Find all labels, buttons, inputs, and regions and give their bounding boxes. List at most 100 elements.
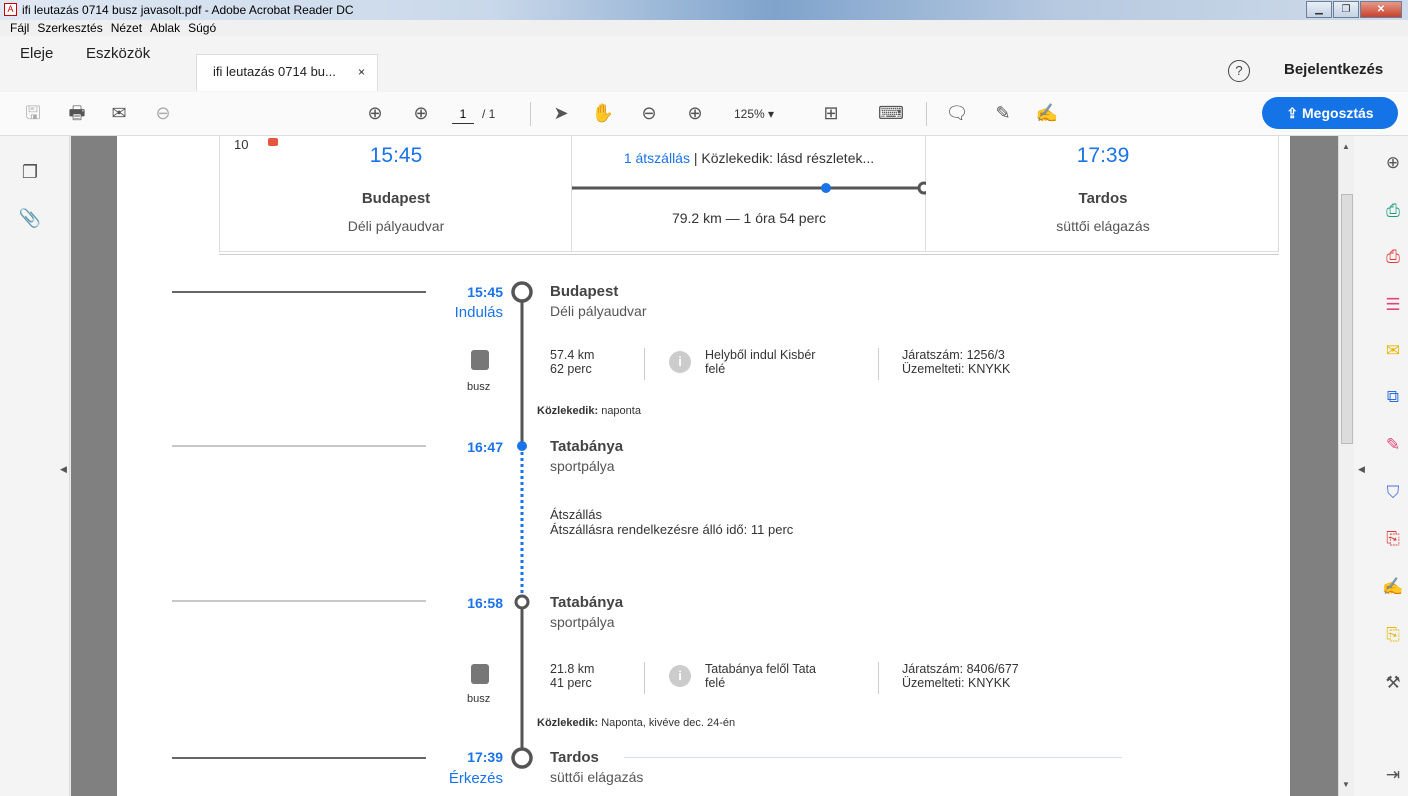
menu-file[interactable]: Fájl bbox=[10, 20, 29, 36]
zoom-value: 125% bbox=[734, 107, 765, 121]
fit-icon[interactable]: ⊞ bbox=[818, 100, 844, 126]
tab-document-label: ifi leutazás 0714 bu... bbox=[213, 64, 336, 79]
maximize-button[interactable]: ❐ bbox=[1333, 1, 1359, 18]
send-comment-icon[interactable]: ⎘ bbox=[1382, 624, 1404, 646]
stop3-desc: sportpálya bbox=[550, 614, 615, 630]
share-icon: ⇪ bbox=[1286, 105, 1303, 121]
leg2-info2: felé bbox=[705, 676, 726, 690]
close-tab-icon[interactable]: × bbox=[358, 55, 365, 89]
menu-edit[interactable]: Szerkesztés bbox=[37, 20, 102, 36]
mail-icon[interactable]: ✉ bbox=[106, 100, 132, 126]
stop1-place: Budapest bbox=[550, 283, 619, 300]
leg1-runs: naponta bbox=[598, 405, 641, 417]
left-panel: ❐ 📎 ◀ bbox=[0, 136, 70, 796]
vertical-scrollbar[interactable]: ▲ ▼ bbox=[1338, 136, 1354, 796]
divider bbox=[172, 600, 426, 602]
sign-icon[interactable]: ✍ bbox=[1034, 100, 1060, 126]
divider bbox=[878, 348, 879, 380]
menu-bar: Fájl Szerkesztés Nézet Ablak Súgó bbox=[0, 20, 1408, 36]
info-icon: i bbox=[669, 351, 691, 373]
arrival-column: 17:39 Tardos süttői elágazás bbox=[926, 136, 1280, 252]
transfer-summary: 1 átszállás | Közlekedik: lásd részletek… bbox=[572, 150, 926, 166]
tab-home[interactable]: Eleje bbox=[0, 36, 73, 92]
collapse-right-icon[interactable]: ◀ bbox=[1358, 464, 1365, 475]
transfer-rest: | Közlekedik: lásd részletek... bbox=[689, 150, 875, 166]
title-bar: A ifi leutazás 0714 busz javasolt.pdf - … bbox=[0, 0, 1408, 20]
scroll-down-icon[interactable]: ▼ bbox=[1342, 780, 1350, 789]
info-icon: i bbox=[669, 665, 691, 687]
stop2-place: Tatabánya bbox=[550, 438, 624, 455]
collapse-left-icon[interactable]: ◀ bbox=[60, 464, 67, 475]
window-controls: ▁ ❐ ✕ bbox=[1306, 1, 1402, 18]
bus-icon bbox=[471, 664, 489, 684]
organize-pages-icon[interactable]: ☰ bbox=[1382, 294, 1404, 316]
toolbar: 🖫 🖶 ✉ ⊖ ⊕ ⊕ 1 / 1 ➤ ✋ ⊖ ⊕ 125% ▾ ⊞ ⌨ 🗨 ✎… bbox=[0, 92, 1408, 136]
stop2-time: 16:47 bbox=[467, 439, 503, 455]
pdf-tool-icon[interactable]: ⎘ bbox=[1382, 528, 1404, 550]
zoom-search-icon[interactable]: ⊖ bbox=[150, 100, 176, 126]
transfer-detail: Átszállásra rendelkezésre álló idő: 11 p… bbox=[550, 522, 794, 537]
divider bbox=[172, 445, 426, 447]
leg2-runs: Naponta, kivéve dec. 24-én bbox=[598, 717, 736, 729]
zoom-in-icon[interactable]: ⊕ bbox=[682, 100, 708, 126]
menu-view[interactable]: Nézet bbox=[111, 20, 142, 36]
distance-duration: 79.2 km — 1 óra 54 perc bbox=[671, 210, 827, 226]
stop1-label: Indulás bbox=[454, 304, 503, 321]
hand-icon[interactable]: ✋ bbox=[590, 100, 616, 126]
scroll-up-icon[interactable]: ▲ bbox=[1342, 142, 1350, 151]
leg2-trip: Járatszám: 8406/677 bbox=[902, 662, 1019, 676]
divider bbox=[172, 291, 426, 293]
route-line bbox=[572, 181, 926, 195]
divider bbox=[172, 757, 426, 759]
save-icon[interactable]: 🖫 bbox=[20, 100, 46, 126]
minimize-button[interactable]: ▁ bbox=[1306, 1, 1332, 18]
tab-tools[interactable]: Eszközök bbox=[66, 36, 170, 92]
menu-window[interactable]: Ablak bbox=[150, 20, 180, 36]
leg1-operator: Üzemelteti: KNYKK bbox=[902, 362, 1011, 376]
login-button[interactable]: Bejelentkezés bbox=[1284, 61, 1383, 78]
leg2-info1: Tatabánya felől Tata bbox=[705, 662, 816, 676]
arrival-time: 17:39 bbox=[1076, 144, 1130, 167]
help-button[interactable]: ? bbox=[1228, 60, 1250, 82]
comment-icon[interactable]: 🗨 bbox=[944, 100, 970, 126]
search-zoom-icon[interactable]: ⊕ bbox=[1382, 152, 1404, 174]
attachment-icon[interactable]: 📎 bbox=[18, 208, 42, 232]
combine-icon[interactable]: ⧉ bbox=[1382, 386, 1404, 408]
transfer-link[interactable]: 1 átszállás bbox=[624, 150, 690, 166]
document-area: 10 15:45 Budapest Déli pályaudvar 1 átsz… bbox=[71, 136, 1338, 796]
send-sign-icon[interactable]: ✍ bbox=[1382, 576, 1404, 598]
zoom-select[interactable]: 125% ▾ bbox=[734, 104, 796, 124]
leg1-info1: Helyből indul Kisbér bbox=[705, 348, 816, 362]
window-title: ifi leutazás 0714 busz javasolt.pdf - Ad… bbox=[22, 3, 354, 17]
down-icon[interactable]: ⊕ bbox=[408, 100, 434, 126]
scrollbar-thumb[interactable] bbox=[1341, 194, 1353, 444]
pages-icon[interactable]: ❐ bbox=[18, 162, 42, 186]
share-button[interactable]: ⇪ Megosztás bbox=[1262, 97, 1398, 129]
create-pdf-icon[interactable]: ⎙ bbox=[1382, 246, 1404, 268]
export-pdf-icon[interactable]: ⎙ bbox=[1382, 200, 1404, 222]
leg1-min: 62 perc bbox=[550, 362, 592, 376]
comment-tool-icon[interactable]: ✉ bbox=[1382, 340, 1404, 362]
pdf-icon: A bbox=[4, 3, 17, 16]
zoom-out-icon[interactable]: ⊖ bbox=[636, 100, 662, 126]
protect-icon[interactable]: ⛉ bbox=[1382, 482, 1404, 504]
share-label: Megosztás bbox=[1302, 105, 1374, 121]
page-number-input[interactable]: 1 bbox=[452, 104, 474, 124]
fill-sign-icon[interactable]: ✎ bbox=[1382, 434, 1404, 456]
highlight-icon[interactable]: ✎ bbox=[990, 100, 1016, 126]
up-icon[interactable]: ⊕ bbox=[362, 100, 388, 126]
leg1-trip: Járatszám: 1256/3 bbox=[902, 348, 1005, 362]
departure-column: 10 15:45 Budapest Déli pályaudvar bbox=[220, 136, 572, 252]
more-tools-icon[interactable]: ⚒ bbox=[1382, 672, 1404, 694]
print-icon[interactable]: 🖶 bbox=[64, 100, 90, 126]
middle-column: 1 átszállás | Közlekedik: lásd részletek… bbox=[572, 136, 926, 252]
stop1-time: 15:45 bbox=[467, 284, 503, 300]
keyboard-icon[interactable]: ⌨ bbox=[878, 100, 904, 126]
tab-document[interactable]: ifi leutazás 0714 bu... × bbox=[196, 54, 378, 91]
close-window-button[interactable]: ✕ bbox=[1360, 1, 1402, 18]
cursor-icon[interactable]: ➤ bbox=[548, 100, 574, 126]
menu-help[interactable]: Súgó bbox=[188, 20, 216, 36]
collapse-panel-icon[interactable]: ⇥ bbox=[1382, 764, 1404, 786]
page-total: / 1 bbox=[482, 107, 496, 121]
arrival-city: Tardos bbox=[1078, 190, 1128, 207]
